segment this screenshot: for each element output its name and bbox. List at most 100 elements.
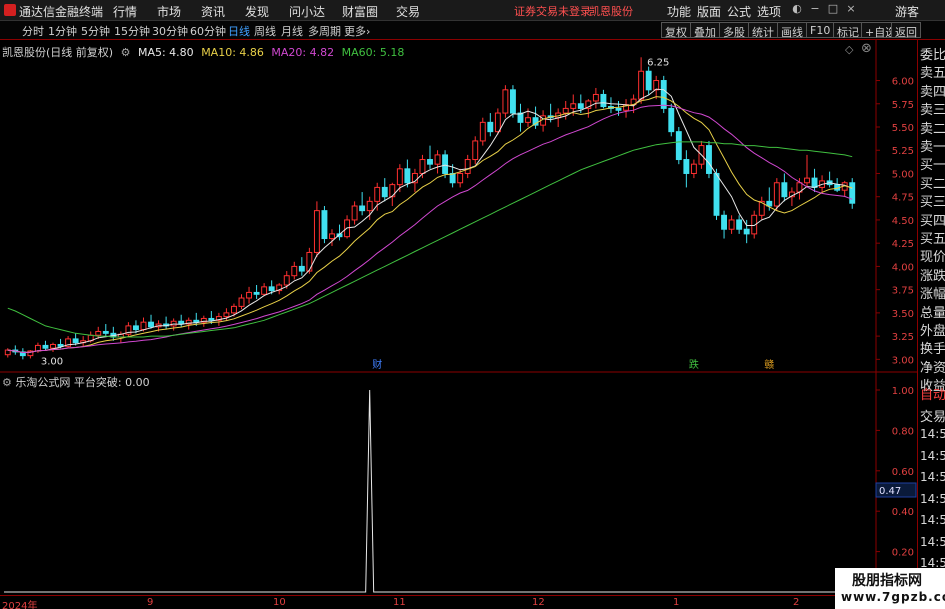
minimize-icon[interactable]: − [808,2,822,16]
menu-item-discover[interactable]: 发现 [245,3,269,20]
menu-item-formula[interactable]: 公式 [727,3,751,20]
period-15min[interactable]: 15分钟 [114,23,150,39]
period-daily[interactable]: 日线 [228,23,250,39]
menu-item-quotes[interactable]: 行情 [113,3,137,20]
candle[interactable] [509,85,516,118]
candle[interactable] [42,340,49,351]
candle[interactable] [27,350,34,359]
candle[interactable] [721,210,728,239]
candle[interactable] [834,178,841,193]
menu-item-trade[interactable]: 交易 [396,3,420,20]
close-icon[interactable]: × [844,2,858,16]
candle[interactable] [163,316,170,330]
candle[interactable] [706,140,712,179]
candle[interactable] [419,154,426,179]
candle[interactable] [238,294,245,310]
candle[interactable] [411,168,418,193]
candle[interactable] [178,314,185,327]
candle[interactable] [381,178,388,202]
period-5min[interactable]: 5分钟 [81,23,110,39]
candle[interactable] [4,348,11,358]
candle[interactable] [321,206,328,244]
candle[interactable] [102,324,109,337]
candle[interactable] [683,150,690,188]
candle[interactable] [359,192,366,216]
menu-item-function[interactable]: 功能 [667,3,691,20]
menu-item-wealth[interactable]: 财富圈 [342,3,378,20]
candle[interactable] [12,345,19,355]
guest-label[interactable]: 游客 [895,3,919,20]
candle[interactable] [464,154,471,179]
menu-item-market[interactable]: 市场 [157,3,181,20]
candle[interactable] [351,201,358,225]
adjust-button[interactable]: 复权 [661,22,691,39]
candle[interactable] [690,159,697,179]
candle[interactable] [110,326,117,341]
candle[interactable] [261,283,268,297]
candle[interactable] [19,348,26,360]
skin-icon[interactable]: ◐ [790,2,804,16]
candle[interactable] [804,154,810,188]
candle[interactable] [736,215,743,234]
candle[interactable] [826,171,833,188]
period-60min[interactable]: 60分钟 [190,23,226,39]
candle[interactable] [80,336,87,347]
period-timeshare[interactable]: 分时 [22,23,44,39]
candle[interactable] [291,261,298,280]
login-warning[interactable]: 证券交易未登录 [514,3,591,19]
event-marker[interactable]: 财 [372,358,382,371]
candle[interactable] [841,180,848,197]
maximize-icon[interactable]: □ [826,2,840,16]
candle[interactable] [600,89,607,109]
candle[interactable] [298,257,305,276]
event-marker[interactable]: 赣 [764,358,774,371]
menu-item-layout[interactable]: 版面 [697,3,721,20]
candle[interactable] [653,75,660,100]
period-monthly[interactable]: 月线 [281,23,303,39]
candle[interactable] [344,215,351,239]
period-30min[interactable]: 30分钟 [152,23,188,39]
kline-chart[interactable]: 6.25 3.00 6.00 5.75 5.50 5.25 5.00 4.75 4.50 4.2… [0,40,917,595]
candle[interactable] [487,113,494,137]
candle[interactable] [517,103,524,132]
candle[interactable] [472,136,479,165]
candle[interactable] [585,99,592,118]
candle[interactable] [675,127,682,165]
period-1min[interactable]: 1分钟 [48,23,77,39]
period-more[interactable]: 更多› [344,23,370,39]
candle[interactable] [849,178,856,209]
menu-item-options[interactable]: 选项 [757,3,781,20]
multi-stock-button[interactable]: 多股 [719,22,749,39]
candle[interactable] [668,103,675,137]
period-weekly[interactable]: 周线 [254,23,276,39]
candle[interactable] [623,99,629,118]
menu-item-news[interactable]: 资讯 [201,3,225,20]
candle[interactable] [125,322,132,338]
mark-button[interactable]: 标记 [833,22,863,39]
menu-item-ask[interactable]: 问小达 [289,3,325,20]
candle[interactable] [608,97,614,114]
candle[interactable] [427,145,433,169]
back-button[interactable]: 返回 [891,22,921,39]
overlay-button[interactable]: 叠加 [690,22,720,39]
candle[interactable] [540,110,547,132]
candle[interactable] [645,66,652,95]
candle[interactable] [246,286,252,304]
f10-button[interactable]: F10 [806,22,835,38]
candle[interactable] [660,75,667,114]
stats-button[interactable]: 统计 [748,22,778,39]
candle[interactable] [374,182,381,211]
candle[interactable] [758,196,765,220]
candle[interactable] [592,87,599,109]
candle[interactable] [532,106,539,129]
candle[interactable] [479,117,486,146]
candle[interactable] [728,215,735,234]
candle[interactable] [434,150,441,174]
candle[interactable] [811,168,818,193]
candle[interactable] [442,150,449,179]
candle[interactable] [638,57,645,104]
candle[interactable] [65,336,72,349]
candle[interactable] [781,173,788,202]
quote-side-panel[interactable]: 委比 卖五 卖四 卖三 卖二 卖一 买一 买二 买三 买四 买五 现价 涨跌 涨幅 总量 外盘 换手 净资 收益 自动… [917,40,945,609]
candle[interactable] [329,229,335,246]
